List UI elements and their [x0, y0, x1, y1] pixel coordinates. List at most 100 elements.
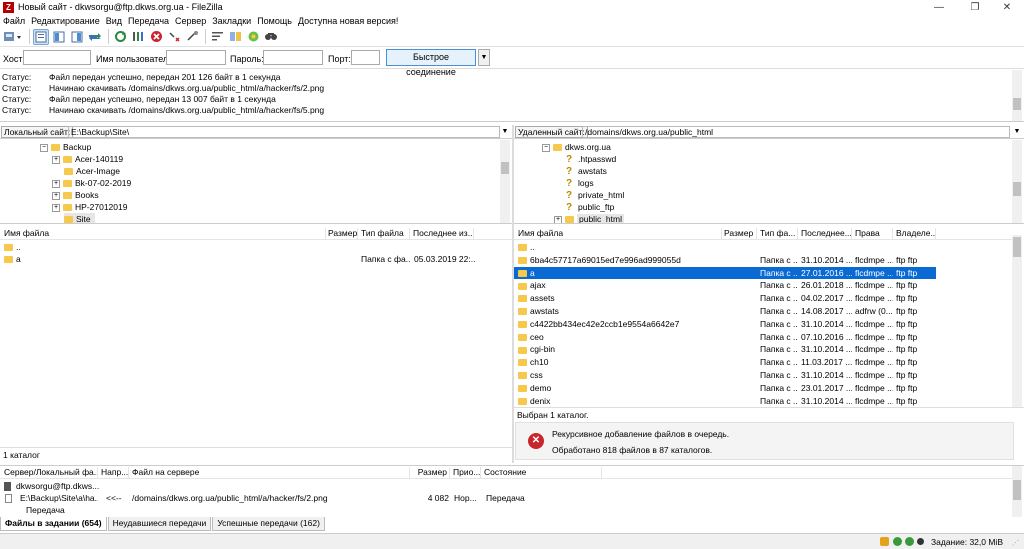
expand-icon[interactable]: +	[52, 203, 60, 212]
queue-server-row[interactable]: dkwsorgu@ftp.dkws...	[4, 480, 304, 492]
menu-edit[interactable]: Редактирование	[28, 15, 103, 27]
directory-filter-icon[interactable]	[209, 29, 225, 45]
menu-help[interactable]: Помощь	[254, 15, 295, 27]
toggle-queue-icon[interactable]	[87, 29, 103, 45]
disconnect-icon[interactable]	[166, 29, 182, 45]
table-row[interactable]: cgi-bin Папка с ... 31.10.2014 ... flcdmpe …	[514, 343, 936, 355]
remote-tree-item[interactable]: ? .htpasswd	[566, 153, 616, 165]
remote-path-input[interactable]: /domains/dkws.org.ua/public_html	[582, 126, 1010, 138]
table-row[interactable]: css Папка с ... 31.10.2014 ... flcdmpe ... f…	[514, 369, 936, 381]
table-row[interactable]: denix Папка с ... 31.10.2014 ... flcdmpe ..…	[514, 395, 936, 407]
table-row[interactable]: a Папка с фа... 05.03.2019 22:...	[0, 253, 512, 265]
collapse-icon[interactable]: −	[542, 143, 550, 152]
table-row[interactable]: ch10 Папка с ... 11.03.2017 ... flcdmpe ...…	[514, 356, 936, 368]
expand-icon[interactable]: +	[554, 215, 562, 223]
collapse-icon[interactable]: −	[40, 143, 48, 152]
column-header-type[interactable]: Тип фа...	[758, 228, 798, 239]
table-row[interactable]: demo Папка с ... 23.01.2017 ... flcdmpe ...…	[514, 382, 936, 394]
remote-tree-item[interactable]: ? private_html	[566, 189, 624, 201]
expand-icon[interactable]: +	[52, 155, 60, 164]
local-tree-scrollbar[interactable]	[500, 140, 510, 223]
local-tree-item[interactable]: + Bk-07-02-2019	[52, 177, 131, 189]
local-tree-item[interactable]: + Books	[52, 189, 99, 201]
remote-tree-item-selected[interactable]: + public_html	[554, 213, 624, 223]
local-tree-item[interactable]: + HP-27012019	[52, 201, 127, 213]
site-manager-icon[interactable]	[2, 29, 24, 45]
column-header-priority[interactable]: Прио...	[451, 467, 481, 478]
username-input[interactable]	[166, 50, 226, 65]
remote-tree-item[interactable]: ? awstats	[566, 165, 607, 177]
expand-icon[interactable]: +	[52, 191, 60, 200]
table-row[interactable]: ..	[514, 241, 936, 253]
table-row[interactable]: ajax Папка с ... 26.01.2018 ... flcdmpe ...…	[514, 279, 936, 291]
column-header-owner[interactable]: Владеле...	[894, 228, 936, 239]
column-header-remote[interactable]: Файл на сервере	[130, 467, 410, 478]
column-header-filename[interactable]: Имя файла	[2, 228, 326, 239]
minimize-button[interactable]: —	[922, 0, 956, 15]
remote-path-dropdown[interactable]: ▼	[1012, 126, 1022, 138]
remote-tree-item[interactable]: ? public_ftp	[566, 201, 614, 213]
tab-failed-transfers[interactable]: Неудавшиеся передачи	[107, 517, 212, 531]
local-path-dropdown[interactable]: ▼	[500, 126, 510, 138]
column-header-type[interactable]: Тип файла	[359, 228, 410, 239]
remote-list-scrollbar[interactable]	[1012, 235, 1022, 407]
local-tree-item[interactable]: − Backup	[40, 141, 91, 153]
column-header-size[interactable]: Размер	[722, 228, 757, 239]
queue-scrollbar[interactable]	[1012, 466, 1022, 517]
toggle-local-tree-icon[interactable]	[51, 29, 67, 45]
cancel-operation-icon[interactable]	[148, 29, 164, 45]
close-button[interactable]: ✕	[990, 0, 1024, 15]
column-header-direction[interactable]: Напр...	[99, 467, 129, 478]
toggle-remote-tree-icon[interactable]	[69, 29, 85, 45]
refresh-icon[interactable]	[112, 29, 128, 45]
quickconnect-history-dropdown[interactable]: ▼	[478, 49, 490, 66]
remote-tree-scrollbar[interactable]	[1012, 140, 1022, 223]
local-tree-item[interactable]: + Acer-140119	[52, 153, 123, 165]
message-log: Статус: Файл передан успешно, передан 201…	[0, 70, 1024, 122]
search-files-icon[interactable]	[263, 29, 279, 45]
menu-view[interactable]: Вид	[103, 15, 125, 27]
column-header-modified[interactable]: Последнее из...	[411, 228, 474, 239]
column-header-filename[interactable]: Имя файла	[516, 228, 722, 239]
host-input[interactable]	[23, 50, 91, 65]
tab-queued-files[interactable]: Файлы в задании (654)	[0, 517, 107, 531]
password-input[interactable]	[263, 50, 323, 65]
port-input[interactable]	[351, 50, 380, 65]
table-row[interactable]: assets Папка с ... 04.02.2017 ... flcdmpe .…	[514, 292, 936, 304]
column-header-permissions[interactable]: Права	[853, 228, 893, 239]
remote-tree-item[interactable]: − dkws.org.ua	[542, 141, 611, 153]
remote-tree-item[interactable]: ? logs	[566, 177, 594, 189]
quickconnect-button[interactable]: Быстрое соединение	[386, 49, 476, 77]
log-scrollbar[interactable]	[1012, 70, 1022, 121]
compare-directories-icon[interactable]	[227, 29, 243, 45]
table-row-selected[interactable]: a Папка с ... 27.01.2016 ... flcdmpe ... ftp…	[514, 266, 936, 279]
expand-icon[interactable]: +	[52, 179, 60, 188]
table-row[interactable]: c4422bb434ec42e2ccb1e9554a6642e7 Папка с …	[514, 318, 936, 330]
column-header-size[interactable]: Размер	[411, 467, 450, 478]
menu-file[interactable]: Файл	[0, 15, 28, 27]
local-tree-item-selected[interactable]: Site	[64, 213, 95, 223]
local-tree-item[interactable]: Acer-Image	[64, 165, 120, 177]
notification-box: ✕ Рекурсивное добавление файлов в очеред…	[515, 422, 1014, 460]
column-header-modified[interactable]: Последнее...	[799, 228, 852, 239]
resize-grip-icon[interactable]: ⋰	[1012, 539, 1019, 547]
table-row[interactable]: ..	[0, 241, 512, 253]
column-header-local[interactable]: Сервер/Локальный фа...	[2, 467, 98, 478]
menu-transfer[interactable]: Передача	[125, 15, 172, 27]
table-row[interactable]: ceo Папка с ... 07.10.2016 ... flcdmpe ... f…	[514, 331, 936, 343]
process-queue-icon[interactable]	[130, 29, 146, 45]
maximize-button[interactable]: ❐	[958, 0, 992, 15]
menu-server[interactable]: Сервер	[172, 15, 209, 27]
menu-new-version[interactable]: Доступна новая версия!	[295, 15, 401, 27]
local-path-input[interactable]: E:\Backup\Site\	[68, 126, 500, 138]
reconnect-icon[interactable]	[184, 29, 200, 45]
table-row[interactable]: awstats Папка с ... 14.08.2017 ... adfrw (0…	[514, 305, 936, 317]
toggle-log-icon[interactable]	[33, 28, 49, 45]
sync-browsing-icon[interactable]	[245, 29, 261, 45]
table-row[interactable]: 6ba4c57717a69015ed7e996ad999055d Папка с …	[514, 254, 936, 266]
queue-item-row[interactable]: E:\Backup\Site\a\ha... <<-- /domains/dkw…	[0, 492, 1012, 504]
tab-successful-transfers[interactable]: Успешные передачи (162)	[212, 517, 325, 531]
column-header-size[interactable]: Размер	[326, 228, 358, 239]
column-header-state[interactable]: Состояние	[482, 467, 602, 478]
menu-bookmarks[interactable]: Закладки	[209, 15, 254, 27]
